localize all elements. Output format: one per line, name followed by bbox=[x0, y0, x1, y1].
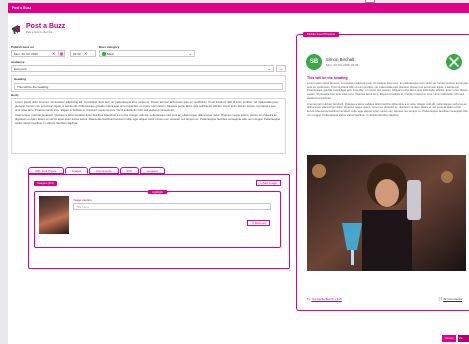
highlight-badge: Highlight bbox=[147, 189, 168, 194]
heading-box: Heading This will be the heading bbox=[11, 75, 286, 92]
tab-images[interactable]: Images bbox=[64, 167, 89, 174]
page-subtitle: Post a buzz to the hive... bbox=[26, 31, 55, 34]
body-label: Body bbox=[11, 93, 19, 97]
clear-date-icon[interactable]: ✕ bbox=[52, 51, 55, 56]
preview-badge: Mobile Feed Preview bbox=[303, 32, 340, 37]
preview-photo bbox=[307, 155, 466, 271]
publish-time-field[interactable]: 09:49 bbox=[70, 50, 96, 57]
window-tab-icon bbox=[365, 0, 375, 3]
tab-poll[interactable]: Poll bbox=[119, 167, 139, 174]
utensils-icon bbox=[449, 57, 459, 67]
add-image-button[interactable]: + Add Image bbox=[256, 180, 281, 186]
preview-paragraph-2: Cras tempor pulvinar hendrerit. Quisque … bbox=[307, 102, 468, 117]
publish-label: Publish buzz on bbox=[11, 45, 34, 49]
category-color-dot bbox=[102, 52, 106, 56]
remove-image-button[interactable]: ✕ Remove bbox=[247, 220, 270, 226]
tab-location[interactable]: Location bbox=[139, 167, 165, 174]
category-icon bbox=[446, 54, 462, 70]
post-date: Mon, 20 Oct 2025 09:49 bbox=[326, 63, 359, 67]
likes-summary[interactable]: ♥● You Hollie Burch + 115 bbox=[307, 297, 342, 301]
heading-label: Heading bbox=[14, 77, 26, 81]
category-select[interactable]: Meal ⌄ bbox=[99, 50, 195, 57]
preview-body: Lorem ipsum dolor sit amet, consectetur … bbox=[307, 82, 469, 117]
post-buzz-panel: Post a Buzz Post a buzz to the hive... P… bbox=[8, 13, 469, 344]
author-name: Simon Birchall bbox=[326, 57, 355, 62]
page-title: Post a Buzz bbox=[26, 23, 66, 30]
tab-url-link[interactable]: URL Link Previe bbox=[28, 167, 64, 174]
body-paragraph-1: Lorem ipsum dolor sit amet, consectetur … bbox=[15, 100, 279, 112]
caption-label: Image caption bbox=[73, 198, 92, 202]
preview-paragraph-1: Lorem ipsum dolor sit amet, consectetur … bbox=[307, 82, 469, 100]
comments-link[interactable]: 💬 22 Comments bbox=[439, 297, 462, 301]
avatar: SB bbox=[306, 54, 322, 70]
comment-icon: 💬 bbox=[438, 297, 443, 301]
images-count-badge: Images (1/4) bbox=[34, 181, 57, 186]
image-thumbnail bbox=[39, 196, 69, 234]
category-value: Meal bbox=[107, 52, 114, 56]
preview-title: This will be the heading bbox=[307, 76, 348, 80]
clear-time-icon[interactable]: ✕ bbox=[84, 51, 87, 56]
window-title: Post a Buzz bbox=[8, 3, 469, 13]
body-textarea[interactable]: Lorem ipsum dolor sit amet, consectetur … bbox=[11, 98, 286, 154]
attachment-tabs: URL Link Previe Images Documents Poll Lo… bbox=[28, 167, 165, 174]
chevron-down-icon: ⌄ bbox=[188, 51, 192, 56]
audience-more-button[interactable]: ••• bbox=[276, 65, 286, 72]
chevron-down-icon: ⌄ bbox=[267, 66, 271, 71]
cancel-button[interactable]: Cancel bbox=[442, 335, 456, 342]
category-label: Buzz category bbox=[99, 45, 120, 49]
audience-value: Everyone bbox=[14, 67, 27, 71]
audience-label: Audience bbox=[11, 60, 25, 64]
mobile-feed-preview: Mobile Feed Preview SB Simon Birchall Mo… bbox=[296, 32, 469, 311]
heading-input[interactable]: This will be the heading bbox=[14, 83, 283, 90]
comments-text: 22 Comments bbox=[443, 297, 462, 301]
tab-documents[interactable]: Documents bbox=[89, 167, 119, 174]
audience-select[interactable]: Everyone ⌄ bbox=[11, 65, 274, 72]
bartender-photo bbox=[307, 155, 466, 271]
images-tab-panel: Images (1/4) + Add Image Highlight Image… bbox=[28, 174, 290, 269]
buzz-megaphone-icon bbox=[12, 25, 20, 34]
body-paragraph-2: Cras tempor pulvinar hendrerit. Quisque … bbox=[15, 113, 281, 125]
caption-input[interactable]: Title Here bbox=[73, 203, 271, 210]
likes-text: You Hollie Burch + 115 bbox=[311, 297, 342, 301]
calendar-icon[interactable]: ▦ bbox=[58, 50, 65, 57]
page-header: Post a Buzz Post a buzz to the hive... bbox=[11, 23, 65, 35]
post-button[interactable]: Po bbox=[458, 335, 469, 342]
image-card: Highlight Image caption Title Here ✕ Rem… bbox=[34, 189, 281, 248]
